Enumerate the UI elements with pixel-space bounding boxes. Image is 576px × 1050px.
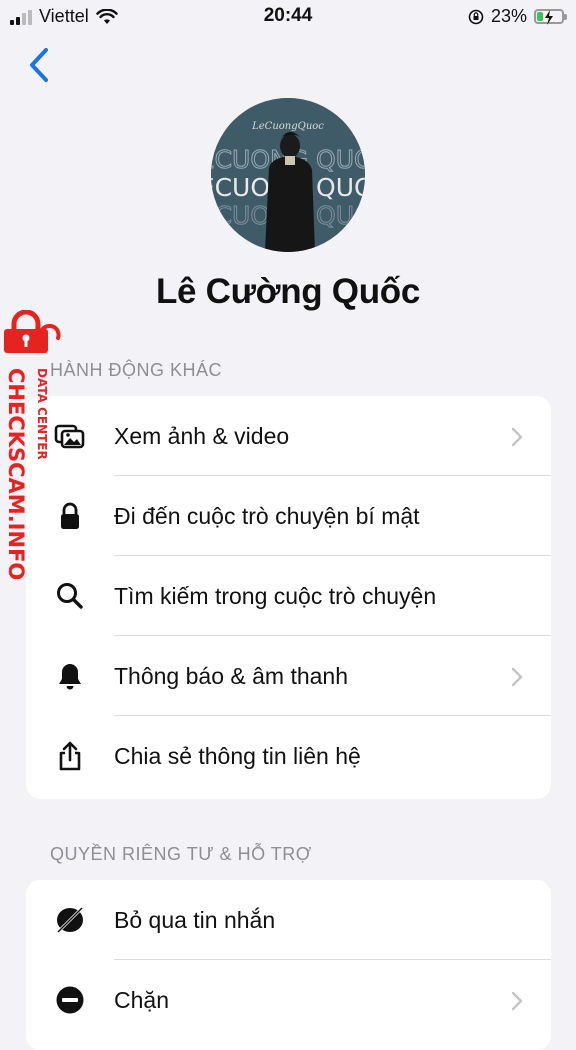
row-label: Thông báo & âm thanh <box>114 662 348 689</box>
chevron-left-icon <box>30 48 48 82</box>
watermark-lock-icon <box>4 310 61 353</box>
row-share-contact[interactable]: Chia sẻ thông tin liên hệ <box>26 716 551 796</box>
avatar-signature: LeCuongQuoc <box>251 121 324 132</box>
row-view-media[interactable]: Xem ảnh & video <box>26 396 551 476</box>
actions-card: Xem ảnh & video Đi đến cuộc trò chuyện b… <box>26 396 551 799</box>
row-label: Tìm kiếm trong cuộc trò chuyện <box>114 582 437 609</box>
chevron-right-icon <box>511 427 523 447</box>
watermark-text: CHECKSCAM.INFO <box>4 368 28 580</box>
privacy-card: Bỏ qua tin nhắn Chặn <box>26 880 551 1050</box>
watermark-subtext: DATA CENTER <box>35 368 49 460</box>
row-secret-conversation[interactable]: Đi đến cuộc trò chuyện bí mật <box>26 476 551 556</box>
row-ignore-messages[interactable]: Bỏ qua tin nhắn <box>26 880 551 960</box>
block-icon <box>56 986 84 1014</box>
row-label: Chặn <box>114 986 169 1013</box>
battery-icon <box>534 9 567 25</box>
row-label: Bỏ qua tin nhắn <box>114 906 276 933</box>
section-header-actions: HÀNH ĐỘNG KHÁC <box>50 360 223 380</box>
watermark: CHECKSCAM.INFO DATA CENTER <box>4 310 61 580</box>
chevron-right-icon <box>511 667 523 687</box>
ignore-icon <box>56 906 84 934</box>
row-label: Xem ảnh & video <box>114 422 290 449</box>
avatar-image: LeCuongQuoc LECUONG QUOC LECUONG QUOC LE… <box>211 98 365 252</box>
status-bar: Viettel 20:44 23% <box>0 0 576 34</box>
row-label: Chia sẻ thông tin liên hệ <box>114 742 361 769</box>
share-icon <box>59 741 81 771</box>
row-block[interactable]: Chặn <box>26 960 551 1040</box>
section-header-privacy: QUYỀN RIÊNG TƯ & HỖ TRỢ <box>50 844 312 864</box>
profile-name: Lê Cường Quốc <box>155 272 421 311</box>
battery-percent: 23% <box>490 6 527 26</box>
orientation-lock-icon <box>468 9 484 24</box>
chevron-right-icon <box>511 991 523 1011</box>
row-notifications[interactable]: Thông báo & âm thanh <box>26 636 551 716</box>
profile-avatar[interactable]: LeCuongQuoc LECUONG QUOC LECUONG QUOC LE… <box>211 98 365 252</box>
row-label: Đi đến cuộc trò chuyện bí mật <box>114 502 420 529</box>
status-bar-right: 23% <box>468 6 567 27</box>
back-button[interactable] <box>22 46 58 86</box>
row-search-conversation[interactable]: Tìm kiếm trong cuộc trò chuyện <box>26 556 551 636</box>
bell-icon <box>59 664 81 690</box>
